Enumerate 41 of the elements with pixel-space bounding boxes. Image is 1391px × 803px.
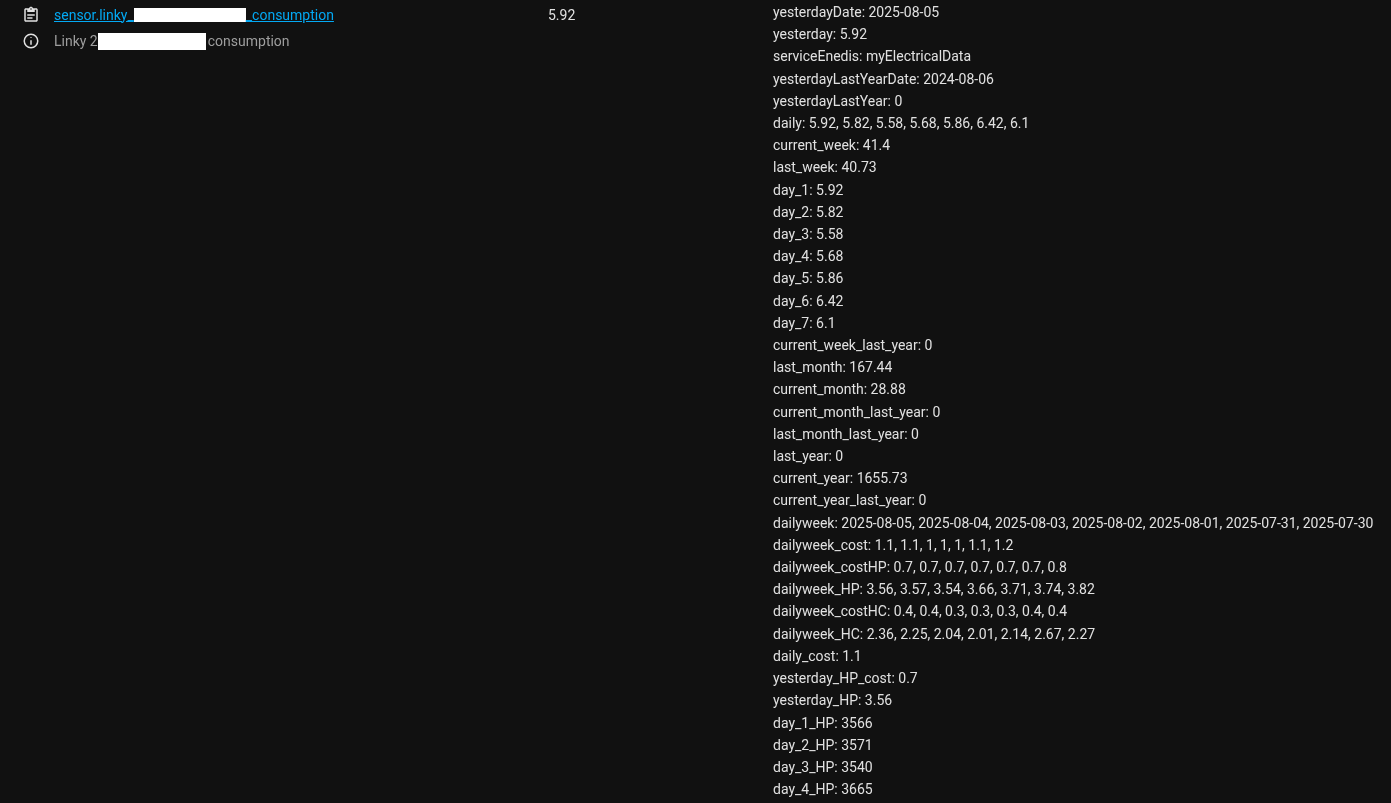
attribute-line: yesterday_HP: 3.56 <box>773 691 894 711</box>
attribute-line: day_6: 6.42 <box>773 291 845 311</box>
attribute-line: day_7: 6.1 <box>773 313 837 333</box>
attribute-line: yesterdayDate: 2025-08-05 <box>773 3 941 22</box>
attribute-line: day_1_HP: 3566 <box>773 713 874 733</box>
attribute-line: last_year: 0 <box>773 447 845 467</box>
entity-name: Linky 2 <box>54 31 98 51</box>
info-icon <box>22 32 40 50</box>
attribute-line: last_month: 167.44 <box>773 358 894 378</box>
attribute-line: current_month: 28.88 <box>773 380 907 400</box>
attribute-line: day_3: 5.58 <box>773 225 845 245</box>
attribute-line: day_3_HP: 3540 <box>773 757 874 777</box>
attribute-line: daily_cost: 1.1 <box>773 646 863 666</box>
attribute-line: dailyweek_HC: 2.36, 2.25, 2.04, 2.01, 2.14, 2.67, 2.27 <box>773 624 1097 644</box>
attribute-line: dailyweek_costHP: 0.7, 0.7, 0.7, 0.7, 0.7, 0.7, 0.8 <box>773 558 1068 578</box>
attribute-line: last_month_last_year: 0 <box>773 424 920 444</box>
attribute-line: day_2: 5.82 <box>773 202 845 222</box>
attribute-line: dailyweek_HP: 3.56, 3.57, 3.54, 3.66, 3.71, 3.74, 3.82 <box>773 580 1096 600</box>
attribute-line: current_year_last_year: 0 <box>773 491 928 511</box>
attribute-line: daily: 5.92, 5.82, 5.58, 5.68, 5.86, 6.42, 6.1 <box>773 114 1031 133</box>
attribute-line: dailyweek_costHC: 0.4, 0.4, 0.3, 0.3, 0.3, 0.4, 0.4 <box>773 602 1069 622</box>
attribute-line: yesterdayLastYear: 0 <box>773 91 904 111</box>
attribute-line: day_4_HP: 3665 <box>773 780 874 800</box>
attribute-line: yesterday: 5.92 <box>773 25 868 45</box>
state-value: 5.92 <box>548 7 576 23</box>
attribute-line: day_2_HP: 3571 <box>773 735 874 755</box>
attribute-line: current_year: 1655.73 <box>773 469 909 489</box>
entity-name: consumption <box>207 31 290 51</box>
attribute-line: yesterday_HP_cost: 0.7 <box>773 669 919 689</box>
attribute-line: day_4: 5.68 <box>773 247 845 267</box>
attribute-line: day_5: 5.86 <box>773 269 845 289</box>
attribute-line: last_week: 40.73 <box>773 158 878 178</box>
attribute-line: day_1: 5.92 <box>773 180 845 200</box>
attribute-line: current_month_last_year: 0 <box>773 402 942 422</box>
attribute-line: dailyweek: 2025-08-05, 2025-08-04, 2025-08-03, 2025-08-02, 2025-08-01, 2025-07-31, 2025-07-30 <box>773 513 1374 533</box>
clipboard-icon[interactable] <box>22 6 40 24</box>
attribute-line: current_week_last_year: 0 <box>773 336 934 356</box>
attribute-line: dailyweek_cost: 1.1, 1.1, 1, 1, 1, 1.1, 1.2 <box>773 535 1015 555</box>
attribute-line: serviceEnedis: myElectricalData <box>773 47 973 67</box>
attribute-line: current_week: 41.4 <box>773 136 892 156</box>
attribute-line: yesterdayLastYearDate: 2024-08-06 <box>773 69 995 89</box>
